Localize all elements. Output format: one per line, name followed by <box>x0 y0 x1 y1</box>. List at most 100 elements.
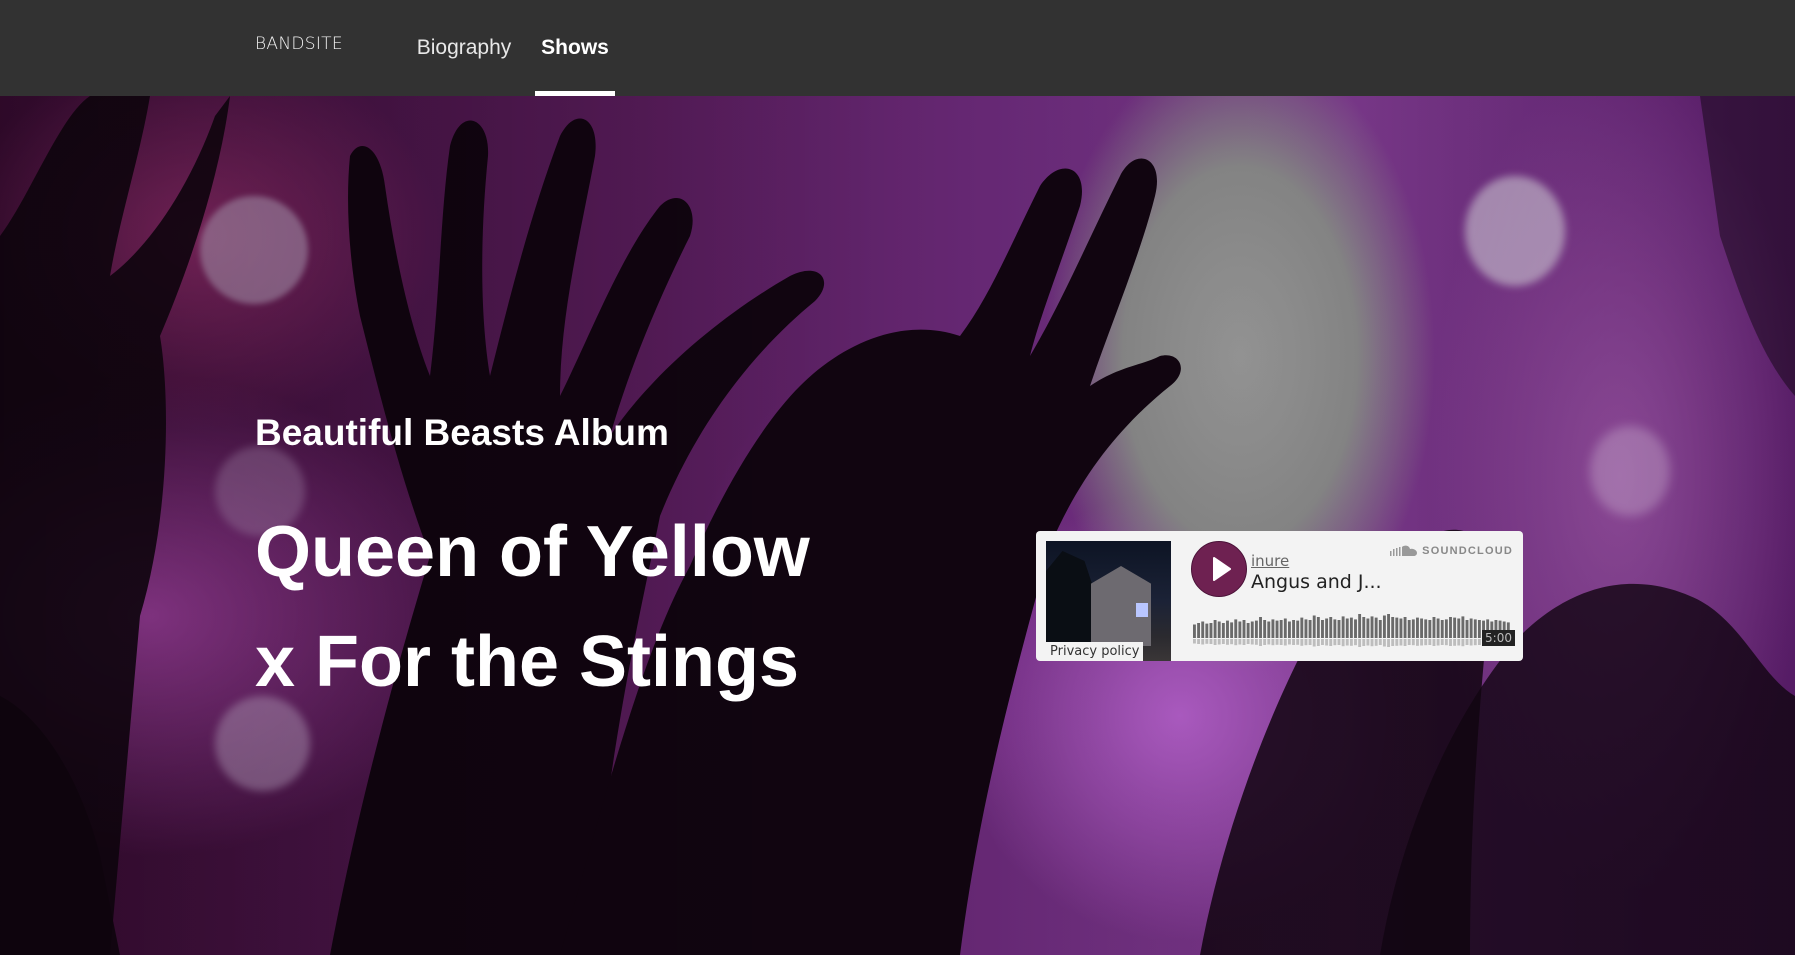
waveform-reflection <box>1217 639 1221 645</box>
waveform-bar <box>1316 617 1320 638</box>
waveform-reflection <box>1345 639 1349 646</box>
waveform-bar <box>1197 623 1201 638</box>
album-label: Beautiful Beasts Album <box>255 412 669 453</box>
play-button[interactable] <box>1191 541 1247 597</box>
waveform-bar <box>1457 618 1461 638</box>
waveform-reflection <box>1259 639 1262 646</box>
waveform-bar <box>1465 620 1469 638</box>
waveform-bar <box>1428 620 1432 638</box>
waveform-bar <box>1213 620 1217 638</box>
waveform-reflection <box>1407 639 1411 645</box>
waveform-bar <box>1254 620 1258 638</box>
waveform-reflection <box>1287 639 1291 645</box>
waveform-bar <box>1304 619 1308 638</box>
waveform-reflection <box>1275 639 1279 645</box>
waveform-reflection <box>1428 639 1432 645</box>
waveform-bar <box>1321 620 1324 638</box>
waveform-bar <box>1358 614 1362 638</box>
soundcloud-logo[interactable]: SOUNDCLOUD <box>1390 545 1513 557</box>
waveform-bar <box>1424 619 1428 638</box>
waveform-bar <box>1370 616 1374 638</box>
waveform-bar <box>1436 618 1440 638</box>
artwork-window <box>1136 603 1148 617</box>
waveform-bar <box>1337 620 1341 638</box>
waveform-reflection <box>1449 639 1452 646</box>
waveform-reflection <box>1250 639 1254 645</box>
waveform-bar <box>1267 621 1271 638</box>
waveform-reflection <box>1465 639 1469 645</box>
nav-link-biography[interactable]: Biography <box>410 0 518 96</box>
waveform-reflection <box>1440 639 1444 645</box>
waveform-reflection <box>1283 639 1287 646</box>
waveform-reflection <box>1221 639 1225 644</box>
waveform-bar <box>1378 620 1382 638</box>
waveform-bar <box>1246 623 1250 638</box>
waveform-reflection <box>1296 639 1300 645</box>
waveform-reflection <box>1213 639 1217 645</box>
waveform-reflection <box>1308 639 1312 645</box>
waveform-reflection <box>1267 639 1271 645</box>
waveform-reflection <box>1366 639 1370 646</box>
waveform-bar <box>1341 616 1345 638</box>
privacy-policy-link[interactable]: Privacy policy <box>1046 642 1144 661</box>
track-artwork[interactable]: Privacy policy <box>1046 541 1171 661</box>
waveform-reflection <box>1197 639 1201 644</box>
waveform-bar <box>1287 621 1291 638</box>
uploader-link[interactable]: inure <box>1251 552 1289 570</box>
waveform-bar <box>1395 617 1399 638</box>
waveform-scrubber[interactable] <box>1193 607 1511 657</box>
waveform-reflection <box>1374 639 1378 646</box>
waveform-reflection <box>1453 639 1457 646</box>
waveform-reflection <box>1362 639 1366 646</box>
waveform-reflection <box>1354 639 1357 646</box>
brand-logo[interactable]: BANDSITE <box>255 34 343 54</box>
waveform-reflection <box>1424 639 1428 646</box>
waveform-bar <box>1308 620 1312 638</box>
waveform-reflection <box>1477 639 1481 645</box>
song-title-line-1: Queen of Yellow <box>255 512 810 592</box>
waveform-bar <box>1205 623 1209 638</box>
waveform-bar <box>1329 617 1333 638</box>
waveform-bar <box>1477 620 1481 638</box>
waveform-reflection <box>1246 639 1250 644</box>
waveform-bar <box>1226 620 1229 638</box>
waveform-reflection <box>1254 639 1258 645</box>
waveform-reflection <box>1370 639 1374 647</box>
waveform-bar <box>1325 618 1329 638</box>
waveform-reflection <box>1333 639 1337 646</box>
waveform-bar <box>1300 617 1304 638</box>
waveform-reflection <box>1304 639 1308 646</box>
nav-link-shows[interactable]: Shows <box>535 0 615 96</box>
waveform-bar <box>1420 618 1424 638</box>
waveform-reflection <box>1403 639 1407 646</box>
waveform-bar <box>1259 617 1262 638</box>
waveform-reflection <box>1473 639 1477 646</box>
waveform-bar <box>1411 619 1415 638</box>
waveform-bar <box>1234 619 1238 638</box>
waveform-reflection <box>1193 639 1196 644</box>
active-nav-indicator <box>535 91 615 96</box>
track-duration: 5:00 <box>1482 630 1515 646</box>
waveform-bar <box>1279 620 1283 638</box>
waveform-reflection <box>1279 639 1283 645</box>
play-icon <box>1212 557 1231 581</box>
waveform-reflection <box>1420 639 1424 646</box>
track-title[interactable]: Angus and J... <box>1251 571 1382 593</box>
waveform-reflection <box>1329 639 1333 646</box>
waveform-bar <box>1193 624 1196 638</box>
soundcloud-player: Privacy policy inure Angus and J... SOUN… <box>1036 531 1523 661</box>
waveform-bar <box>1461 616 1465 638</box>
waveform-reflection <box>1358 639 1362 647</box>
waveform-reflection <box>1349 639 1353 646</box>
waveform-reflection <box>1399 639 1403 646</box>
waveform-reflection <box>1382 639 1386 647</box>
waveform-bar <box>1366 618 1370 638</box>
song-title-line-2: x For the Stings <box>255 622 800 702</box>
waveform-reflection <box>1242 639 1246 645</box>
waveform-reflection <box>1416 639 1419 646</box>
waveform-bar <box>1432 617 1436 638</box>
waveform-reflection <box>1300 639 1304 646</box>
waveform-bar <box>1403 617 1407 638</box>
waveform-reflection <box>1461 639 1465 647</box>
waveform-reflection <box>1337 639 1341 645</box>
